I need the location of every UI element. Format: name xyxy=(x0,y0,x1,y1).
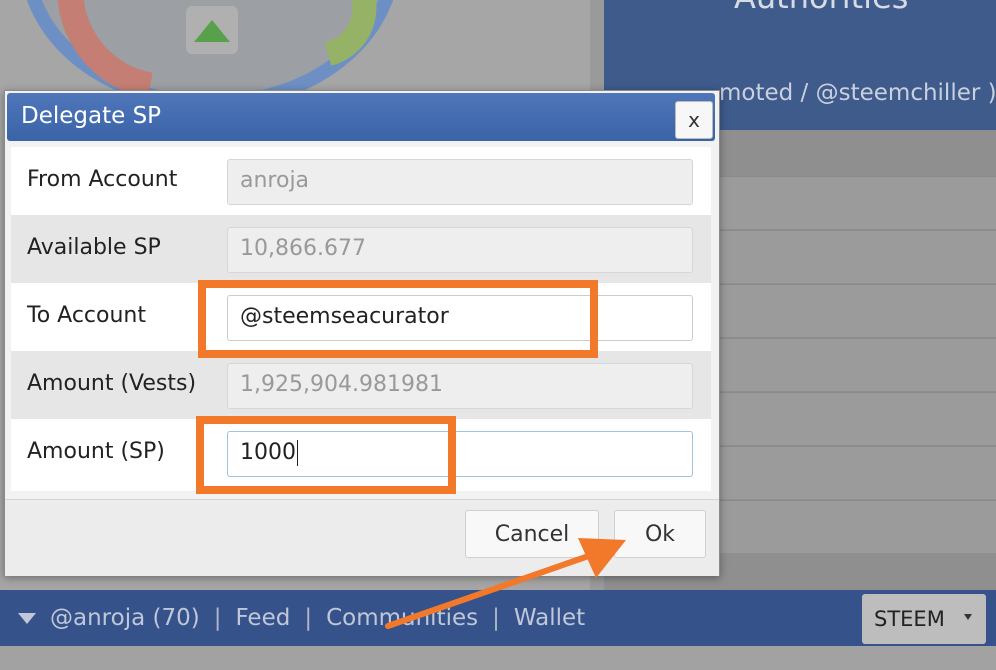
annotation-arrow-icon xyxy=(385,538,626,629)
arrow-shaft xyxy=(385,549,603,629)
